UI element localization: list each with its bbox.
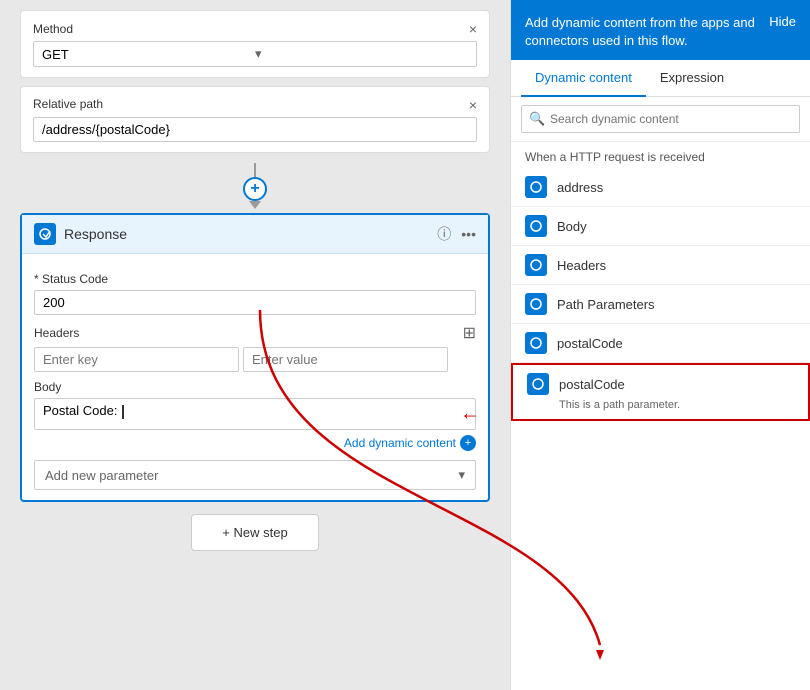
method-card: Method × GET ▾ [20, 10, 490, 78]
dynamic-panel-header: Add dynamic content from the apps and co… [511, 0, 810, 60]
body-input[interactable]: Postal Code: [34, 398, 476, 430]
dynamic-panel-header-text: Add dynamic content from the apps and co… [525, 14, 759, 50]
dynamic-search-area: 🔍 [511, 97, 810, 142]
item-icon-headers [525, 254, 547, 276]
body-label: Body [34, 380, 476, 394]
dynamic-item-path-parameters[interactable]: Path Parameters [511, 285, 810, 324]
status-code-input[interactable] [34, 290, 476, 315]
method-label: Method [33, 22, 73, 36]
response-card: Response ⓘ ••• * Status Code Headers ⊞ B… [20, 213, 490, 502]
arrow-indicator: ← [460, 403, 480, 426]
headers-label-row: Headers ⊞ [34, 323, 476, 343]
section-header: When a HTTP request is received [511, 142, 810, 168]
response-body: * Status Code Headers ⊞ Body Postal Code… [22, 254, 488, 500]
add-dynamic-label: Add dynamic content [344, 436, 456, 450]
dynamic-item-postalcode-1[interactable]: postalCode [511, 324, 810, 363]
new-step-button[interactable]: + New step [191, 514, 318, 551]
item-icon-address [525, 176, 547, 198]
dynamic-search-input[interactable] [521, 105, 800, 133]
dynamic-content-panel: Add dynamic content from the apps and co… [510, 0, 810, 690]
hide-panel-button[interactable]: Hide [769, 14, 796, 29]
item-label-headers: Headers [557, 258, 606, 273]
info-icon[interactable]: ⓘ [437, 224, 451, 244]
add-dynamic-content-link[interactable]: Add dynamic content + [344, 435, 476, 451]
add-dynamic-link-row: Add dynamic content + [34, 434, 476, 452]
body-text: Postal Code: [43, 403, 121, 418]
item-label-address: address [557, 180, 603, 195]
headers-label: Headers [34, 326, 79, 340]
chevron-down-icon: ▾ [255, 46, 468, 62]
connector-arrow [249, 201, 261, 209]
body-field-wrapper: Postal Code: ← [34, 398, 476, 430]
item-icon-postalcode-2 [527, 373, 549, 395]
item-label-path-parameters: Path Parameters [557, 297, 655, 312]
dynamic-item-postalcode-2[interactable]: postalCode This is a path parameter. [511, 363, 810, 421]
tab-dynamic-content[interactable]: Dynamic content [521, 60, 646, 97]
add-param-chevron-icon: ▾ [458, 467, 465, 483]
response-header-right: ⓘ ••• [437, 224, 476, 244]
method-close-button[interactable]: × [469, 21, 477, 37]
relative-path-close-button[interactable]: × [469, 97, 477, 113]
method-value: GET [42, 47, 255, 62]
tab-expression[interactable]: Expression [646, 60, 738, 97]
dynamic-item-address[interactable]: address [511, 168, 810, 207]
item-label-postalcode-2: postalCode [559, 377, 625, 392]
status-code-label: * Status Code [34, 272, 476, 286]
dynamic-item-body[interactable]: Body [511, 207, 810, 246]
item-label-body: Body [557, 219, 587, 234]
response-title: Response [64, 226, 127, 242]
relative-path-label: Relative path [33, 97, 103, 113]
headers-inputs [34, 347, 448, 372]
relative-path-card: Relative path × [20, 86, 490, 153]
header-key-input[interactable] [34, 347, 239, 372]
item-icon-body [525, 215, 547, 237]
response-header: Response ⓘ ••• [22, 215, 488, 254]
table-icon[interactable]: ⊞ [463, 323, 476, 343]
add-new-parameter-row[interactable]: Add new parameter ▾ [34, 460, 476, 490]
item-icon-postalcode-1 [525, 332, 547, 354]
cursor [122, 405, 124, 419]
add-dynamic-icon: + [460, 435, 476, 451]
method-select[interactable]: GET ▾ [33, 41, 477, 67]
header-value-input[interactable] [243, 347, 448, 372]
item-label-postalcode-1: postalCode [557, 336, 623, 351]
add-step-circle-button[interactable]: + [243, 177, 267, 201]
dynamic-item-headers[interactable]: Headers [511, 246, 810, 285]
dynamic-items-list: When a HTTP request is received address … [511, 142, 810, 690]
response-icon [34, 223, 56, 245]
plus-icon: + [250, 180, 259, 198]
dynamic-tabs: Dynamic content Expression [511, 60, 810, 97]
search-icon: 🔍 [529, 111, 545, 127]
item-description-postalcode-2: This is a path parameter. [527, 399, 680, 411]
item-icon-path-parameters [525, 293, 547, 315]
step-connector: + [20, 163, 490, 209]
more-options-icon[interactable]: ••• [461, 226, 476, 242]
response-header-left: Response [34, 223, 127, 245]
connector-line [254, 163, 256, 177]
relative-path-input[interactable] [33, 117, 477, 142]
add-param-label: Add new parameter [45, 468, 158, 483]
